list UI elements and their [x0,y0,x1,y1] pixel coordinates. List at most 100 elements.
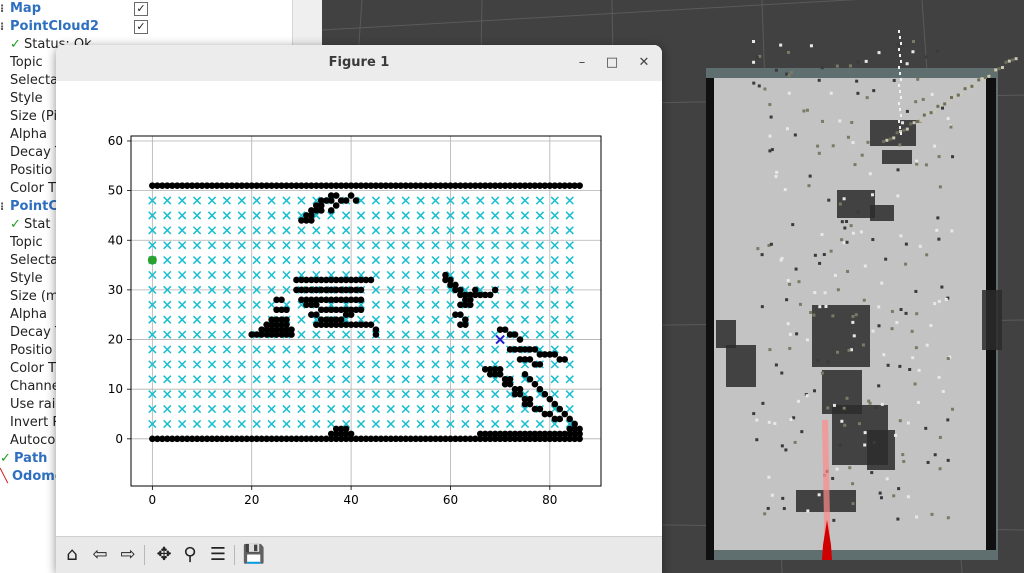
cloud-point [899,126,901,129]
cloud-point [930,92,934,96]
close-button[interactable]: ✕ [634,53,654,73]
property-row[interactable]: Color T [10,360,56,378]
property-row[interactable]: Topic [10,54,43,72]
cloud-point [888,137,892,141]
cloud-point [822,253,826,257]
cloud-point [938,435,942,439]
obstacle-point [526,356,534,363]
obstacle-point [496,370,504,378]
plot-area: 0 20 40 60 80 0 10 20 30 40 50 60 [56,81,662,536]
property-row[interactable]: Positio [10,342,52,360]
cloud-point [808,174,812,178]
cloud-point [951,407,955,411]
property-row[interactable]: Style [10,90,43,108]
property-row[interactable]: Selecta [10,72,58,90]
cloud-point [797,280,801,284]
display-item-pointcloud2[interactable]: ⁝ PointCloud2 ✓ [0,18,148,36]
obstacle-point [526,375,534,383]
cloud-point [1004,60,1008,64]
cloud-point [918,244,922,248]
window-titlebar[interactable]: Figure 1 – □ ✕ [56,45,662,82]
cloud-point [912,121,916,125]
cloud-point [929,324,933,328]
map-obstacle [867,430,895,470]
property-row[interactable]: Invert R [10,414,61,432]
cloud-point [835,64,839,68]
display-enabled-checkbox[interactable]: ✓ [134,20,148,34]
cloud-point [877,51,881,55]
cloud-point [877,384,881,388]
property-row[interactable]: Decay T [10,144,63,162]
cloud-point [794,267,798,271]
cloud-point [763,87,767,91]
cloud-point [854,313,858,317]
cloud-point [846,135,850,139]
property-row[interactable]: Channe [10,378,60,396]
cloud-point [921,97,925,101]
cloud-point [912,40,916,44]
maximize-button[interactable]: □ [602,53,622,73]
cloud-point [892,78,896,82]
obstacle-point [561,356,569,363]
display-item-pointc[interactable]: ⁝ PointC [0,198,58,216]
cloud-point [855,79,859,83]
forward-arrow-icon[interactable]: ⇨ [116,543,140,567]
cloud-point [826,360,830,364]
cloud-point [946,116,950,120]
cloud-point [752,412,756,416]
cloud-point [813,389,817,393]
display-item-map[interactable]: ⁝ Map ✓ [0,0,148,18]
map-obstacle [716,320,736,348]
property-row[interactable]: Style [10,270,43,288]
cloud-point [882,353,886,357]
property-row[interactable]: Color T [10,180,56,198]
cloud-point [870,471,874,475]
cloud-point [901,453,905,457]
cloud-point [900,78,902,81]
cloud-point [769,115,773,119]
obstacle-point [347,311,355,319]
display-item-path[interactable]: ✓ Path [0,450,47,468]
back-arrow-icon[interactable]: ⇦ [88,543,112,567]
property-row[interactable]: Selecta [10,252,58,270]
property-row[interactable]: Positio [10,162,52,180]
cloud-point [926,460,930,464]
cloud-point [940,285,944,289]
cloud-point [880,402,884,406]
cloud-point [944,297,948,301]
obstacle-point [367,276,375,284]
cloud-point [836,350,840,354]
cloud-point [900,114,902,117]
property-row[interactable]: Size (Pi [10,108,57,126]
cloud-point [899,54,901,57]
cloud-point [785,298,789,302]
home-icon[interactable]: ⌂ [60,543,84,567]
property-row[interactable]: Alpha [10,306,47,324]
property-row[interactable]: Use rai [10,396,55,414]
cloud-point [763,512,767,516]
zoom-icon[interactable]: ⚲ [178,543,202,567]
property-row[interactable]: Alpha [10,126,47,144]
minimize-button[interactable]: – [572,53,592,73]
save-icon[interactable]: 💾 [242,543,266,567]
property-row[interactable]: Autoco [10,432,55,450]
property-row[interactable]: Size (m [10,288,59,306]
obstacle-point [352,197,360,204]
cloud-point [900,60,902,63]
property-row[interactable]: Topic [10,234,43,252]
cloud-point [898,419,902,423]
cloud-point [832,518,836,522]
property-row[interactable]: Decay T [10,324,63,342]
cloud-point [946,458,950,462]
pan-icon[interactable]: ✥ [152,543,176,567]
ground-grid-line [322,0,858,31]
cloud-point [795,332,799,336]
display-item-odome[interactable]: ╲ Odome [0,468,64,486]
display-enabled-checkbox[interactable]: ✓ [134,2,148,16]
y-tick-label: 0 [115,432,123,446]
cloud-point [905,127,909,131]
configure-subplots-icon[interactable]: ☰ [206,543,230,567]
y-tick-label: 60 [108,134,123,148]
cloud-point [843,226,847,230]
status-row[interactable]: ✓ Stat [10,216,50,234]
